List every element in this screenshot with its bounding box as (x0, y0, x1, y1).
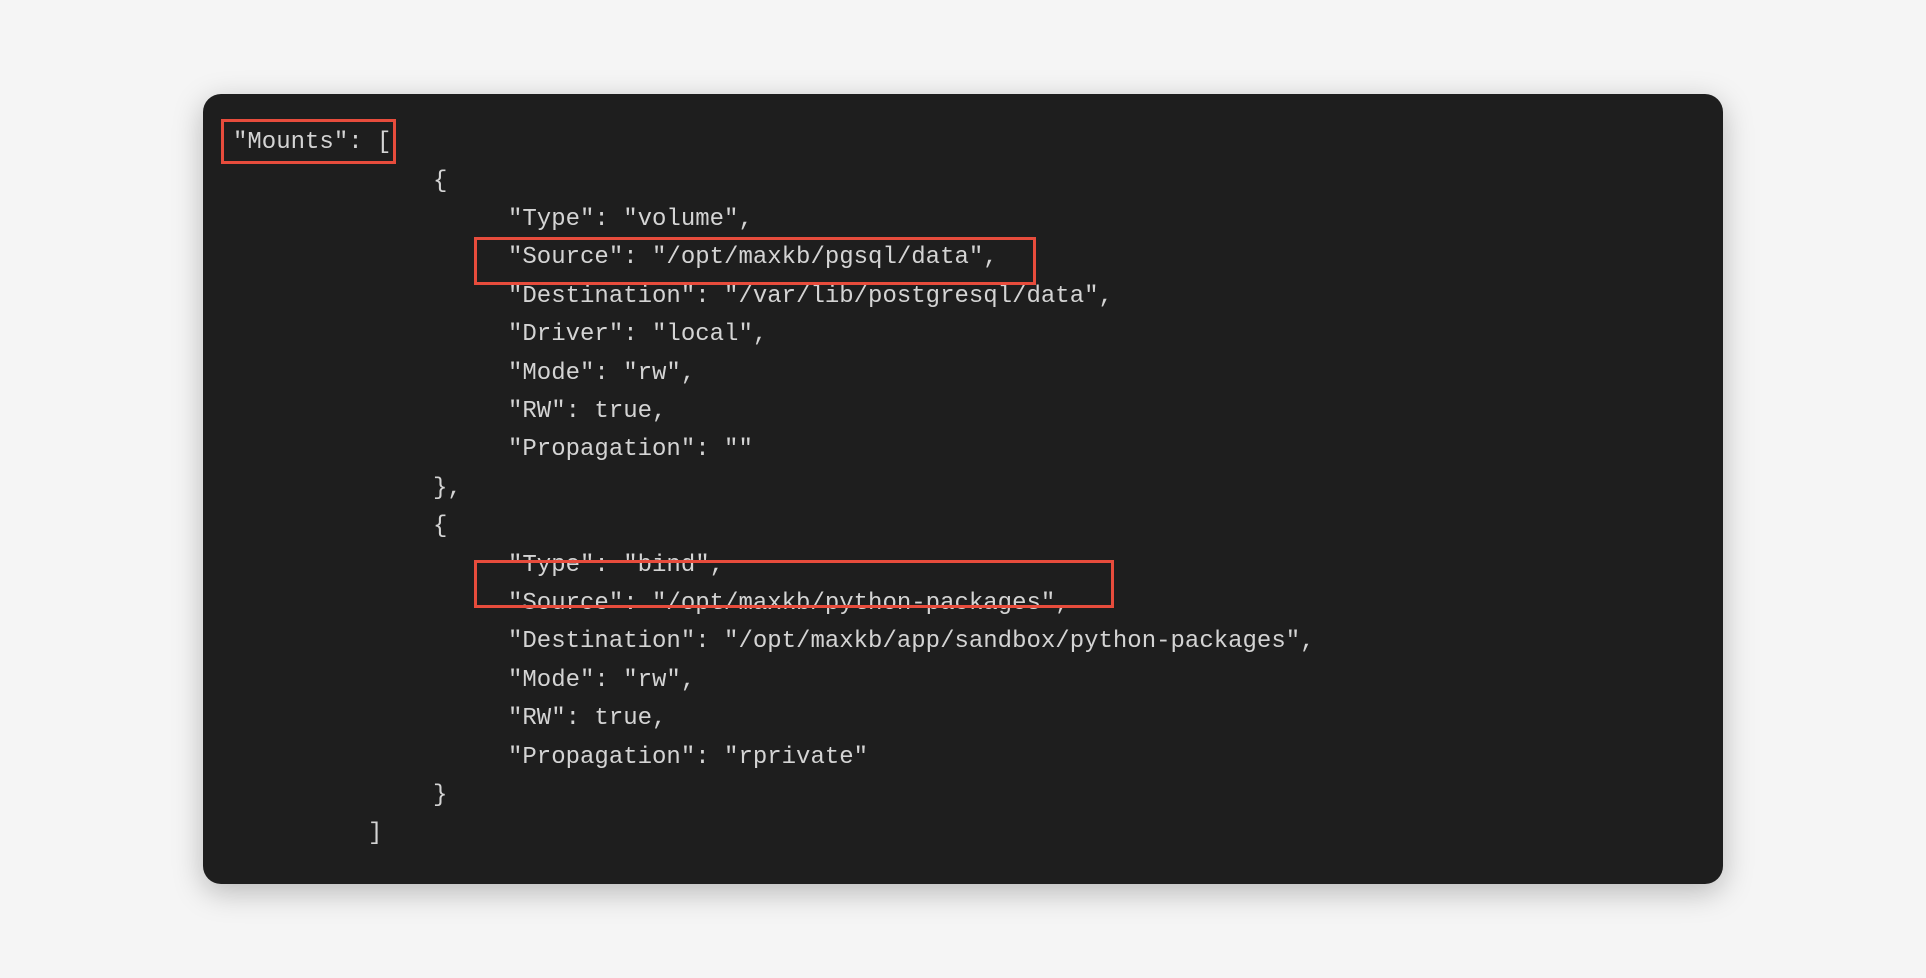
code-line-open-brace-1: { (233, 163, 1693, 201)
code-line-m1-driver: "Driver": "local", (233, 316, 1693, 354)
code-line-m2-rw: "RW": true, (233, 700, 1693, 738)
code-line-m2-propagation: "Propagation": "rprivate" (233, 739, 1693, 777)
code-line-m1-propagation: "Propagation": "" (233, 431, 1693, 469)
code-line-m1-mode: "Mode": "rw", (233, 355, 1693, 393)
code-line-close-bracket: ] (233, 815, 1693, 853)
code-line-m2-destination: "Destination": "/opt/maxkb/app/sandbox/p… (233, 623, 1693, 661)
code-line-m2-type: "Type": "bind", (233, 547, 1693, 585)
code-line-m1-source: "Source": "/opt/maxkb/pgsql/data", (233, 239, 1693, 277)
code-block: "Mounts": [ { "Type": "volume", "Source"… (203, 94, 1723, 883)
code-line-close-brace-1: }, (233, 470, 1693, 508)
code-line-m1-type: "Type": "volume", (233, 201, 1693, 239)
code-line-m2-mode: "Mode": "rw", (233, 662, 1693, 700)
code-line-close-brace-2: } (233, 777, 1693, 815)
code-line-mounts-key: "Mounts": [ (233, 124, 1693, 162)
code-line-m1-rw: "RW": true, (233, 393, 1693, 431)
code-line-m2-source: "Source": "/opt/maxkb/python-packages", (233, 585, 1693, 623)
code-line-m1-destination: "Destination": "/var/lib/postgresql/data… (233, 278, 1693, 316)
code-line-open-brace-2: { (233, 508, 1693, 546)
